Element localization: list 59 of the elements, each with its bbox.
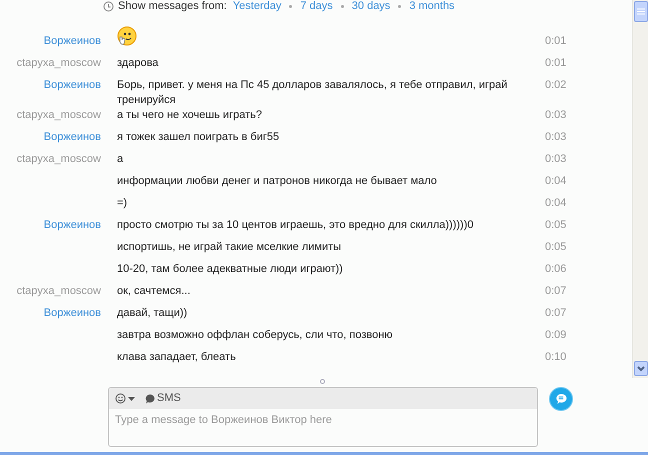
message-text: клава западает, блеать [117, 351, 236, 363]
sender-name[interactable]: ctapyxa_moscow [16, 152, 101, 167]
message-time: 0:03 [545, 130, 566, 145]
message-text: здарова [117, 57, 158, 69]
message-time: 0:03 [545, 108, 566, 123]
caret-icon [128, 396, 135, 400]
message-time: 0:01 [545, 56, 566, 71]
message-text: информации любви денег и патронов никогда не бывает мало [117, 175, 437, 187]
clock-icon [103, 1, 114, 12]
message-text: а ты чего не хочешь играть? [117, 109, 262, 121]
filter-link[interactable]: 3 months [409, 0, 455, 15]
filter-link[interactable]: Yesterday [232, 0, 282, 15]
sender-name[interactable]: Воржеинов [44, 306, 101, 321]
message-time: 0:04 [545, 196, 566, 211]
filter-link[interactable]: 7 days [300, 0, 333, 15]
message-text: а [117, 153, 124, 165]
sms-label: SMS [157, 391, 181, 406]
message-text: я тожек зашел поиграть в биг55 [117, 131, 280, 143]
message-text: 10-20, там более адекватные люди играют)) [117, 263, 343, 275]
message-time: 0:03 [545, 152, 566, 167]
message-time: 0:06 [545, 262, 566, 277]
sender-name[interactable]: Воржеинов [44, 218, 101, 233]
smiley-icon [115, 393, 126, 404]
message-time: 0:01 [545, 34, 566, 49]
message-text: испортишь, не играй такие мселкие лимиты [117, 241, 342, 253]
message-text: завтра возможно оффлан соберусь, сли что, позвоню [117, 329, 393, 341]
sender-name[interactable]: ctapyxa_moscow [16, 108, 101, 123]
sms-button[interactable]: SMS [145, 390, 181, 407]
waving-smiley-icon [117, 26, 137, 46]
message-text: =) [117, 197, 128, 209]
scroll-thumb[interactable] [634, 1, 648, 22]
filter-link[interactable]: 30 days [352, 0, 390, 15]
sender-name[interactable]: Воржеинов [44, 130, 101, 145]
message-time: 0:04 [545, 174, 566, 189]
sender-name[interactable]: ctapyxa_moscow [16, 284, 101, 299]
chevron-down-icon [637, 366, 645, 372]
sender-name[interactable]: Воржеинов [44, 34, 101, 49]
message-composer[interactable]: SMS Type a message to Воржеинов Виктор here [108, 387, 538, 447]
send-button[interactable] [549, 387, 573, 411]
resize-handle[interactable] [320, 379, 325, 384]
emoticon-picker[interactable] [115, 393, 135, 404]
message-time: 0:07 [545, 306, 566, 321]
sender-name[interactable]: Воржеинов [44, 78, 101, 93]
message-time: 0:05 [545, 218, 566, 233]
message-time: 0:07 [545, 284, 566, 299]
chat-icon [555, 393, 567, 405]
filter-label: Show messages from: [118, 0, 227, 14]
message-time: 0:10 [545, 350, 566, 365]
sender-name[interactable]: ctapyxa_moscow [16, 56, 101, 71]
message-text: просто смотрю ты за 10 центов играешь, это вредно для скилла))))))0 [117, 219, 474, 231]
message-time: 0:02 [545, 78, 566, 93]
message-text: давай, тащи)) [117, 307, 188, 319]
message-time: 0:09 [545, 328, 566, 343]
message-time: 0:05 [545, 240, 566, 255]
message-text: ок, сачтемся... [117, 285, 190, 297]
scroll-down-button[interactable] [634, 361, 648, 376]
message-input[interactable]: Type a message to Воржеинов Виктор here [109, 409, 537, 428]
speech-bubble-icon [145, 394, 155, 404]
scrollbar[interactable] [632, 0, 648, 378]
